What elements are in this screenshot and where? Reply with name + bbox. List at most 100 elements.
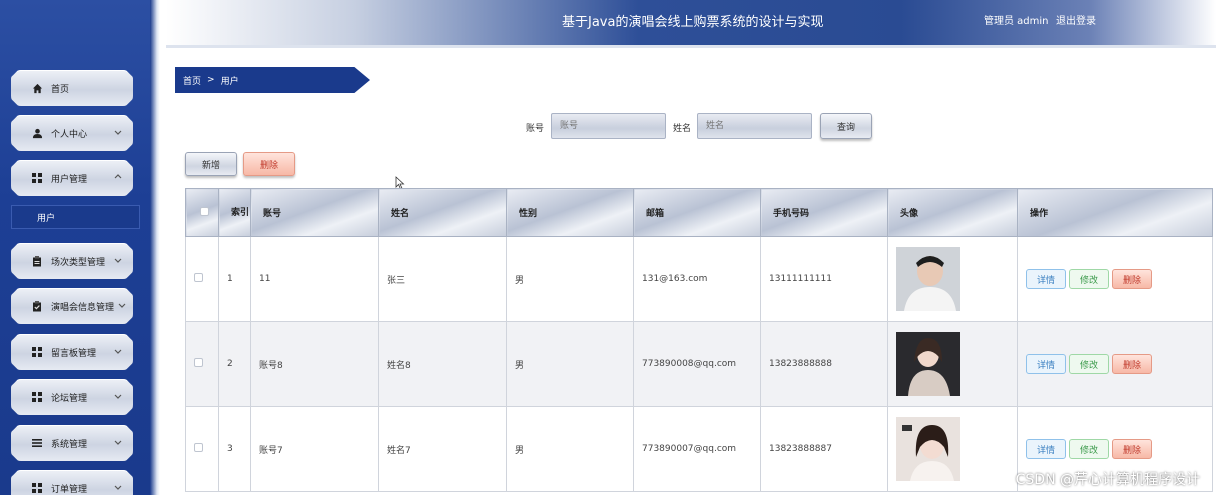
sidebar-item-label: 留言板管理 (51, 348, 97, 359)
grid-icon (31, 482, 43, 494)
chevron-down-icon (118, 303, 126, 308)
cell-avatar (887, 321, 1018, 407)
chevron-down-icon (114, 130, 122, 135)
cell-index: 3 (218, 406, 251, 492)
column-header-index: 索引 (218, 188, 251, 237)
cell-gender: 男 (506, 406, 634, 492)
sidebar-item-label: 用户管理 (51, 174, 88, 185)
delete-button[interactable]: 删除 (1112, 439, 1152, 459)
cell-account: 账号7 (250, 406, 379, 492)
page-title: 基于Java的演唱会线上购票系统的设计与实现 (562, 15, 824, 30)
edit-button[interactable]: 修改 (1069, 354, 1109, 374)
detail-button[interactable]: 详情 (1026, 354, 1066, 374)
cell-avatar (887, 236, 1018, 322)
sidebar-item-system[interactable]: 系统管理 (11, 425, 133, 461)
chevron-down-icon (114, 394, 122, 399)
sidebar-item-forum[interactable]: 论坛管理 (11, 379, 133, 415)
grid-icon (31, 346, 43, 358)
cell-avatar (887, 406, 1018, 492)
breadcrumb-separator: > (207, 75, 215, 85)
row-checkbox[interactable] (194, 443, 203, 452)
table-row: 1 11 张三 男 131@163.com 13111111111 详情 修改 删除 (185, 236, 1213, 322)
cell-phone: 13111111111 (760, 236, 888, 322)
avatar (896, 417, 960, 481)
current-user-label: 管理员 admin (984, 16, 1049, 27)
name-search-input[interactable] (697, 113, 812, 139)
cell-gender: 男 (506, 321, 634, 407)
bulk-delete-button[interactable]: 删除 (243, 152, 295, 176)
sidebar-item-profile[interactable]: 个人中心 (11, 115, 133, 151)
name-label: 姓名 (673, 124, 692, 134)
logout-link[interactable]: 退出登录 (1056, 12, 1096, 27)
cell-index: 1 (218, 236, 251, 322)
avatar (896, 332, 960, 396)
column-header-actions: 操作 (1017, 188, 1213, 237)
row-checkbox[interactable] (194, 358, 203, 367)
delete-button[interactable]: 删除 (1112, 269, 1152, 289)
sidebar-item-label: 订单管理 (51, 484, 88, 495)
sidebar-item-orders[interactable]: 订单管理 (11, 470, 133, 495)
chevron-down-icon (114, 258, 122, 263)
sidebar-item-concert-info[interactable]: 演唱会信息管理 (11, 288, 133, 324)
chevron-down-icon (114, 440, 122, 445)
list-icon (31, 437, 43, 449)
cell-name: 姓名7 (378, 406, 507, 492)
user-icon (31, 127, 43, 139)
sidebar-item-label: 系统管理 (51, 439, 88, 450)
cell-name: 张三 (378, 236, 507, 322)
grid-icon (31, 391, 43, 403)
detail-button[interactable]: 详情 (1026, 269, 1066, 289)
detail-button[interactable]: 详情 (1026, 439, 1066, 459)
sidebar-item-label: 首页 (51, 84, 70, 95)
sidebar-item-label: 演唱会信息管理 (51, 302, 115, 313)
row-checkbox[interactable] (194, 273, 203, 282)
row-select-cell[interactable] (185, 321, 219, 407)
sidebar-item-user-management[interactable]: 用户管理 (11, 160, 133, 196)
column-header-account: 账号 (250, 188, 379, 237)
breadcrumb-current: 用户 (220, 76, 239, 87)
breadcrumb: 首页 > 用户 (175, 67, 370, 93)
breadcrumb-home[interactable]: 首页 (183, 74, 201, 87)
cell-actions: 详情 修改 删除 (1017, 321, 1213, 407)
watermark: CSDN @芹心计算机程序设计 (1015, 472, 1200, 488)
cell-email: 773890008@qq.com (633, 321, 761, 407)
sidebar-subitem-user[interactable]: 用户 (11, 205, 140, 229)
edit-button[interactable]: 修改 (1069, 269, 1109, 289)
query-button[interactable]: 查询 (820, 113, 872, 139)
clipboard-check-icon (31, 300, 43, 312)
select-all-checkbox[interactable] (200, 206, 209, 216)
cell-phone: 13823888887 (760, 406, 888, 492)
row-select-cell[interactable] (185, 406, 219, 492)
column-header-name: 姓名 (378, 188, 507, 237)
chevron-down-icon (114, 485, 122, 490)
sidebar-item-label: 个人中心 (51, 129, 88, 140)
table-header-row: 索引 账号 姓名 性别 邮箱 手机号码 头像 操作 (185, 188, 1213, 237)
clipboard-icon (31, 255, 43, 267)
sidebar-item-message-board[interactable]: 留言板管理 (11, 334, 133, 370)
top-header: 基于Java的演唱会线上购票系统的设计与实现 管理员 admin 退出登录 (166, 0, 1216, 48)
sidebar-item-label: 场次类型管理 (51, 257, 106, 268)
add-button[interactable]: 新增 (185, 152, 237, 176)
account-search-input[interactable] (551, 113, 666, 139)
cell-email: 131@163.com (633, 236, 761, 322)
chevron-down-icon (114, 349, 122, 354)
cell-gender: 男 (506, 236, 634, 322)
sidebar-item-label: 论坛管理 (51, 393, 88, 404)
cell-actions: 详情 修改 删除 (1017, 236, 1213, 322)
account-label: 账号 (526, 124, 545, 134)
delete-button[interactable]: 删除 (1112, 354, 1152, 374)
select-all-header[interactable] (185, 188, 219, 237)
column-header-phone: 手机号码 (760, 188, 888, 237)
cell-email: 773890007@qq.com (633, 406, 761, 492)
sidebar-item-session-type[interactable]: 场次类型管理 (11, 243, 133, 279)
home-icon (31, 82, 43, 94)
grid-icon (31, 172, 43, 184)
column-header-email: 邮箱 (633, 188, 761, 237)
row-select-cell[interactable] (185, 236, 219, 322)
sidebar-item-home[interactable]: 首页 (11, 70, 133, 106)
chevron-up-icon (114, 174, 122, 179)
cell-name: 姓名8 (378, 321, 507, 407)
cell-index: 2 (218, 321, 251, 407)
edit-button[interactable]: 修改 (1069, 439, 1109, 459)
cell-phone: 13823888888 (760, 321, 888, 407)
